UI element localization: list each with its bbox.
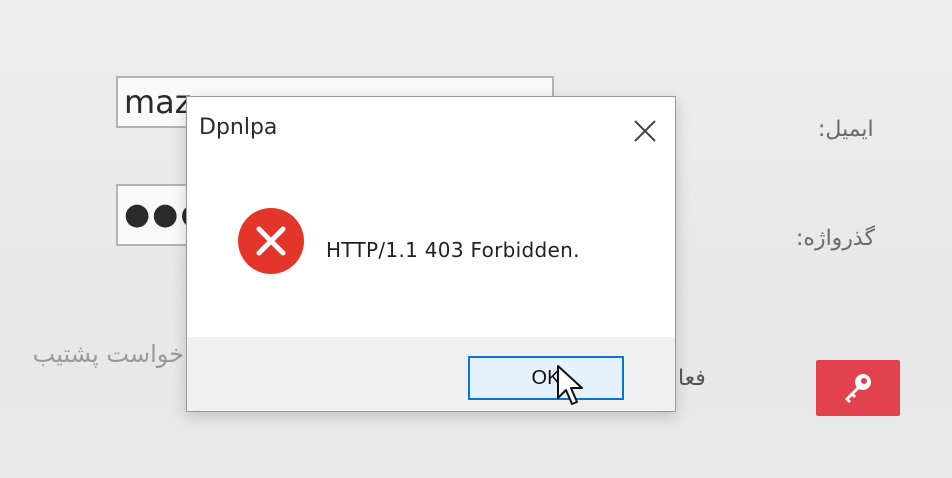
email-label: ایمیل: <box>818 117 874 142</box>
dialog-titlebar: Dpnlpa <box>187 97 675 159</box>
dialog-title: Dpnlpa <box>199 115 278 140</box>
password-label: گذرواژه: <box>796 226 875 251</box>
key-icon <box>845 374 871 403</box>
mouse-cursor-icon <box>557 365 583 405</box>
error-icon <box>238 208 304 274</box>
login-key-button[interactable] <box>816 360 900 416</box>
error-message: HTTP/1.1 403 Forbidden. <box>326 238 580 262</box>
close-button[interactable] <box>627 115 663 147</box>
support-request-link[interactable]: خواست پشتیب <box>0 340 184 368</box>
ok-button[interactable]: OK <box>468 356 624 400</box>
close-icon <box>634 120 656 142</box>
